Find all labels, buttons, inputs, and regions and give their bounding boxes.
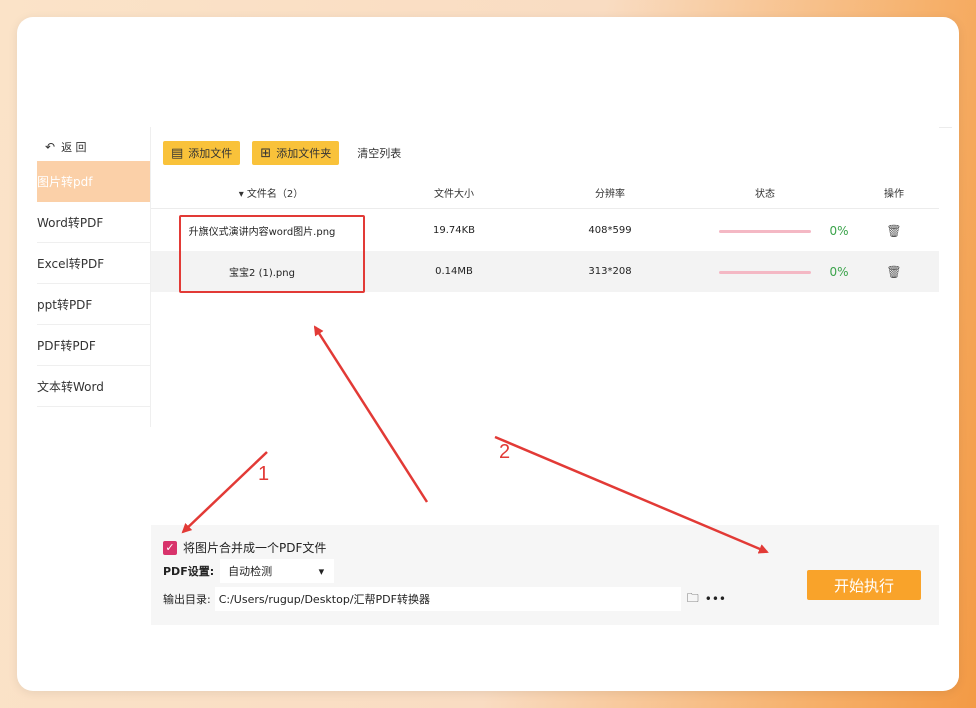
settings-panel: ✓ 将图片合并成一个PDF文件 PDF设置: 自动检测 ▾ 输出目录: C:/U… bbox=[151, 525, 939, 625]
sidebar-item-image-to-pdf[interactable]: 图片转pdf bbox=[37, 161, 151, 202]
file-size: 0.14MB bbox=[435, 266, 473, 277]
progress-bar bbox=[719, 271, 811, 274]
header-size: 文件大小 bbox=[434, 188, 474, 200]
more-icon[interactable]: ••• bbox=[705, 592, 726, 606]
highlight-box bbox=[179, 215, 365, 293]
sidebar-item-label: Word转PDF bbox=[37, 215, 104, 230]
header-status: 状态 bbox=[755, 188, 775, 200]
annotation-label-1: 1 bbox=[258, 463, 270, 485]
pdf-setting-row: PDF设置: 自动检测 ▾ bbox=[163, 559, 335, 583]
file-resolution: 313*208 bbox=[588, 266, 632, 277]
sidebar-item-word-to-pdf[interactable]: Word转PDF bbox=[37, 202, 151, 243]
file-size: 19.74KB bbox=[432, 225, 476, 236]
header-filename[interactable]: ▾ 文件名（2） bbox=[191, 175, 351, 209]
main-panel: ▤ 添加文件 ⊞ 添加文件夹 清空列表 ▾ 文件名（2） 文件大小 分辨率 状态… bbox=[151, 127, 959, 685]
add-folder-button[interactable]: ⊞ 添加文件夹 bbox=[252, 141, 340, 165]
header-action: 操作 bbox=[884, 188, 904, 200]
clear-list-button[interactable]: 清空列表 bbox=[357, 145, 401, 161]
progress-bar bbox=[719, 230, 811, 233]
start-button[interactable]: 开始执行 bbox=[807, 570, 921, 600]
sidebar-item-label: Excel转PDF bbox=[37, 256, 105, 271]
sidebar-item-ppt-to-pdf[interactable]: ppt转PDF bbox=[37, 284, 151, 325]
bottom-clip bbox=[151, 625, 959, 685]
pdf-setting-select[interactable]: 自动检测 ▾ bbox=[220, 559, 335, 583]
merge-checkbox[interactable]: ✓ bbox=[163, 540, 177, 555]
header-resolution: 分辨率 bbox=[595, 188, 625, 200]
progress-label: 0% bbox=[829, 223, 849, 238]
sidebar-item-label: ppt转PDF bbox=[37, 297, 93, 312]
output-actions: 🗀 ••• bbox=[687, 589, 726, 610]
sidebar: ↶ 返 回 图片转pdf Word转PDF Excel转PDF ppt转PDF … bbox=[37, 127, 151, 427]
file-icon: ▤ bbox=[171, 145, 184, 161]
add-file-button[interactable]: ▤ 添加文件 bbox=[163, 141, 241, 165]
output-row: 输出目录: C:/Users/rugup/Desktop/汇帮PDF转换器 🗀 … bbox=[163, 587, 726, 611]
annotation-label-2: 2 bbox=[499, 441, 511, 463]
back-label: 返 回 bbox=[61, 141, 87, 154]
back-button[interactable]: ↶ 返 回 bbox=[45, 137, 87, 157]
progress-label: 0% bbox=[829, 264, 849, 279]
output-path-value: C:/Users/rugup/Desktop/汇帮PDF转换器 bbox=[218, 593, 430, 606]
output-path-input[interactable]: C:/Users/rugup/Desktop/汇帮PDF转换器 bbox=[214, 587, 681, 611]
folder-add-icon: ⊞ bbox=[260, 145, 272, 161]
sidebar-item-excel-to-pdf[interactable]: Excel转PDF bbox=[37, 243, 151, 284]
add-folder-label: 添加文件夹 bbox=[276, 147, 332, 160]
sidebar-item-label: 图片转pdf bbox=[37, 175, 93, 189]
app-card: ↶ 返 回 图片转pdf Word转PDF Excel转PDF ppt转PDF … bbox=[17, 17, 959, 691]
pdf-setting-label: PDF设置: bbox=[163, 565, 215, 578]
pdf-setting-value: 自动检测 bbox=[228, 565, 273, 578]
folder-open-icon[interactable]: 🗀 bbox=[687, 589, 699, 610]
delete-icon[interactable]: 🗑 bbox=[879, 210, 909, 251]
delete-icon[interactable]: 🗑 bbox=[879, 251, 909, 292]
merge-option[interactable]: ✓ 将图片合并成一个PDF文件 bbox=[163, 539, 326, 556]
app-window: ↶ 返 回 图片转pdf Word转PDF Excel转PDF ppt转PDF … bbox=[37, 127, 959, 685]
sidebar-item-label: PDF转PDF bbox=[37, 338, 96, 353]
sidebar-item-text-to-word[interactable]: 文本转Word bbox=[37, 366, 151, 407]
merge-label: 将图片合并成一个PDF文件 bbox=[183, 541, 327, 555]
sidebar-item-label: 文本转Word bbox=[37, 379, 104, 394]
add-file-label: 添加文件 bbox=[188, 147, 233, 160]
sidebar-item-pdf-to-pdf[interactable]: PDF转PDF bbox=[37, 325, 151, 366]
toolbar: ▤ 添加文件 ⊞ 添加文件夹 清空列表 bbox=[163, 141, 401, 165]
output-label: 输出目录: bbox=[163, 593, 211, 606]
file-resolution: 408*599 bbox=[588, 225, 632, 236]
back-arrow-icon: ↶ bbox=[45, 140, 56, 154]
chevron-down-icon: ▾ bbox=[318, 564, 325, 578]
table-header: ▾ 文件名（2） 文件大小 分辨率 状态 操作 bbox=[151, 175, 939, 209]
